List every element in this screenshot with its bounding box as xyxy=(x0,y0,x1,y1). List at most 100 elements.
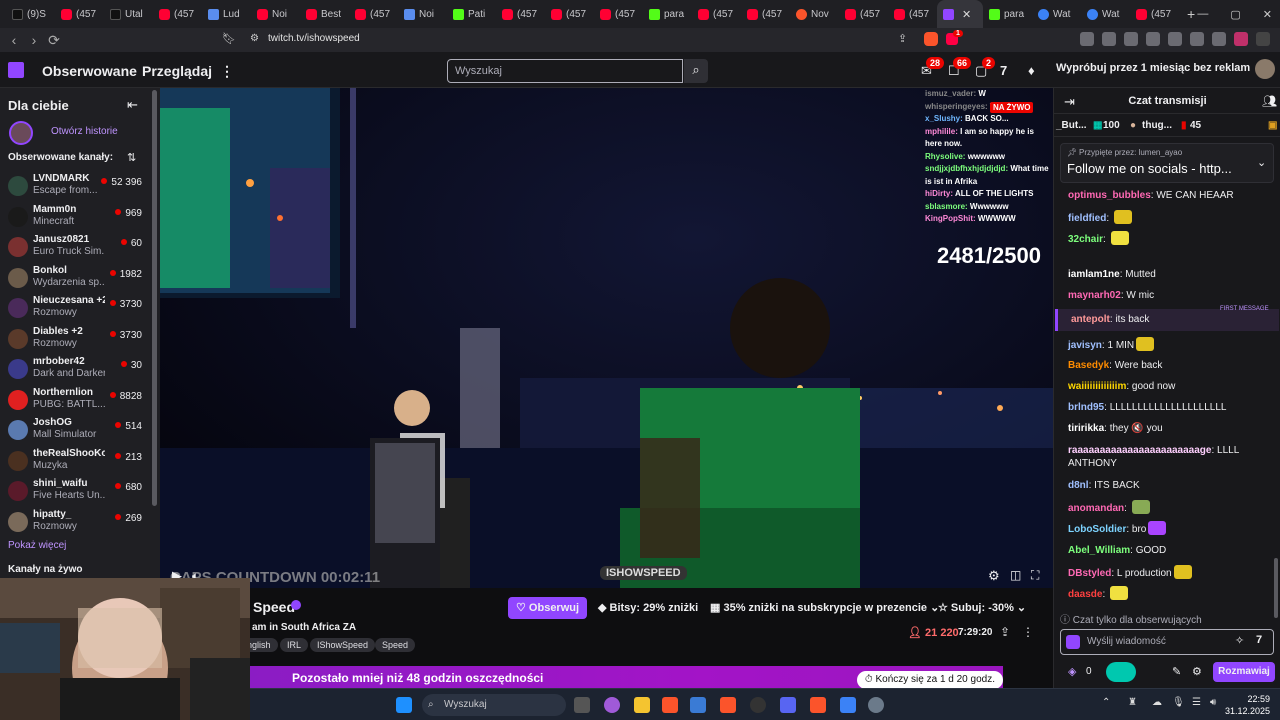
fullscreen-icon[interactable]: ⛶ xyxy=(1031,568,1039,583)
stream-tag[interactable]: IRL xyxy=(280,638,309,652)
share-icon[interactable]: ⇪ xyxy=(898,32,907,45)
volume-icon[interactable]: 🔊︎ xyxy=(1210,697,1216,708)
url-field[interactable]: twitch.tv/ishowspeed xyxy=(268,33,360,44)
start-icon[interactable] xyxy=(396,697,412,713)
chat-message[interactable]: daasde: xyxy=(1068,586,1272,601)
forward-icon[interactable]: › xyxy=(24,32,44,48)
store-icon[interactable] xyxy=(690,697,706,713)
crown-icon[interactable]: ♦ xyxy=(1028,63,1042,78)
browser-tab[interactable]: ✕ xyxy=(937,0,983,28)
chat-message[interactable]: maynarh02: W mic xyxy=(1068,289,1272,302)
twitch-logo-icon[interactable] xyxy=(8,62,24,78)
chat-username[interactable]: d8nl xyxy=(1068,480,1089,491)
extension-icon[interactable]: 7 xyxy=(1256,634,1262,646)
browser-tab[interactable]: (457 xyxy=(839,0,888,28)
ad-free-promo[interactable]: Wypróbuj przez 1 miesiąc bez reklam xyxy=(1056,62,1250,74)
search-input[interactable]: Wyszukaj xyxy=(447,59,683,83)
tools-icon[interactable]: ✎ xyxy=(1172,665,1181,678)
browser-tab[interactable]: (457 xyxy=(349,0,398,28)
chat-message[interactable]: iamlam1ne: Mutted xyxy=(1068,268,1272,281)
magic-icon[interactable]: ✧ xyxy=(1235,634,1244,647)
pinned-text[interactable]: Follow me on socials - http... xyxy=(1067,161,1232,176)
menu-icon[interactable] xyxy=(1256,32,1270,46)
browser-tab[interactable]: (457 xyxy=(594,0,643,28)
chat-username[interactable]: daasde xyxy=(1068,589,1102,600)
chat-username[interactable]: Basedyk xyxy=(1068,360,1109,371)
bits-button[interactable]: ◆ Bitsy: 29% zniżki xyxy=(590,597,706,619)
back-icon[interactable]: ‹ xyxy=(4,32,24,48)
sidebar-channel[interactable]: Nieuczesana +2 Rozmowy 3730 xyxy=(6,293,154,323)
network-tray-icon[interactable]: ☁︎ xyxy=(1152,697,1162,708)
browser-tab[interactable]: para xyxy=(983,0,1032,28)
stream-tag[interactable]: Speed xyxy=(375,638,416,652)
browser-tab[interactable]: (457 xyxy=(888,0,937,28)
chat-message[interactable]: Basedyk: Were back xyxy=(1068,359,1272,372)
avatar[interactable] xyxy=(1255,59,1275,79)
puzzle-icon[interactable] xyxy=(1102,32,1116,46)
sort-icon[interactable]: ⇅ xyxy=(127,151,136,164)
chat-username[interactable]: fieldfied xyxy=(1068,213,1106,224)
pinned-message[interactable]: 📌︎ Przypięte przez: lumen_ayao Follow me… xyxy=(1060,143,1274,183)
copilot-icon[interactable] xyxy=(604,697,620,713)
sidebar-channel[interactable]: Northernlion PUBG: BATTL... 8828 xyxy=(6,385,154,415)
brave-menu-icon[interactable] xyxy=(1234,32,1248,46)
share-icon[interactable]: ⇪ xyxy=(1000,625,1010,639)
close-tab-icon[interactable]: ✕ xyxy=(962,8,971,21)
browser-tab[interactable]: (457 xyxy=(1130,0,1179,28)
chat-message[interactable]: LoboSoldier: bro xyxy=(1068,521,1272,536)
sidebar-channel[interactable]: shini_waifu Five Hearts Un... 680 xyxy=(6,476,154,506)
file-explorer-icon[interactable] xyxy=(634,697,650,713)
stories-avatar[interactable] xyxy=(9,121,33,145)
chat-username[interactable]: maynarh02 xyxy=(1068,290,1121,301)
chat-username[interactable]: 32chair xyxy=(1068,234,1103,245)
browser-tab[interactable]: Nov xyxy=(790,0,839,28)
more-icon[interactable]: ⋮ xyxy=(220,63,234,80)
sidebar-channel[interactable]: theRealShooKo...Muzyka 213 xyxy=(6,446,154,476)
extension-icon[interactable] xyxy=(1080,32,1094,46)
chat-username[interactable]: brlnd95 xyxy=(1068,402,1104,413)
browser-tab[interactable]: (457 xyxy=(153,0,202,28)
browser-tab[interactable]: para xyxy=(643,0,692,28)
video-player[interactable]: ismuz_vader: Wwhisperingeyes: Wx_Slushy:… xyxy=(160,88,1053,588)
claim-bonus-button[interactable] xyxy=(1106,662,1136,682)
browser-tab[interactable]: (9)S xyxy=(6,0,55,28)
close-window-icon[interactable]: ✕ xyxy=(1263,8,1272,21)
browser-tab[interactable]: (457 xyxy=(55,0,104,28)
new-tab-icon[interactable]: + xyxy=(1187,6,1195,22)
chat-username[interactable]: javisyn xyxy=(1068,340,1102,351)
browser-tab[interactable]: Best xyxy=(300,0,349,28)
browser-tab[interactable]: Utal xyxy=(104,0,153,28)
leo-icon[interactable] xyxy=(1190,32,1204,46)
chat-message[interactable]: anomandan: xyxy=(1068,500,1272,515)
community-icon[interactable]: 👥︎ xyxy=(1262,94,1277,108)
chat-username[interactable]: anomandan xyxy=(1068,503,1124,514)
chat-username[interactable]: optimus_bubbles xyxy=(1068,190,1151,201)
bookmark-icon[interactable]: 🔖︎ xyxy=(222,32,236,45)
sidebar-channel[interactable]: Mamm0n Minecraft 969 xyxy=(6,202,154,232)
task-view-icon[interactable] xyxy=(574,697,590,713)
chat-scrollbar[interactable] xyxy=(1274,558,1278,618)
hype-leaderboard[interactable]: _But... ▦ 100 ● thug... ▮ 45 ▣ xyxy=(1054,115,1280,137)
sidebar-scrollbar[interactable] xyxy=(152,90,157,506)
browser-tab[interactable]: (457 xyxy=(496,0,545,28)
chat-settings-icon[interactable]: ⚙︎ xyxy=(1192,665,1202,678)
channel-name[interactable]: Speed xyxy=(253,599,295,615)
chevron-down-icon[interactable]: ⌄ xyxy=(1257,156,1266,169)
brave-shields-icon[interactable] xyxy=(924,32,938,46)
app-tray-icon[interactable]: ♜ xyxy=(1128,697,1137,708)
downloads-icon[interactable] xyxy=(1124,32,1138,46)
system-clock[interactable]: 22:59 31.12.2025 xyxy=(1225,693,1270,717)
settings-icon[interactable] xyxy=(868,697,884,713)
browser-tab[interactable]: Wat xyxy=(1032,0,1081,28)
maximize-icon[interactable]: ▢ xyxy=(1230,8,1240,21)
chat-username[interactable]: iamlam1ne xyxy=(1068,269,1120,280)
browser-tab[interactable]: Noi xyxy=(251,0,300,28)
extension-icon[interactable]: 7 xyxy=(1000,63,1014,78)
sidebar-channel[interactable]: mrbober42 Dark and Darker 30 xyxy=(6,354,154,384)
chat-message[interactable]: raaaaaaaaaaaaaaaaaaaaaaage: LLLL ANTHONY xyxy=(1068,444,1272,470)
chat-message[interactable]: DBstyled: L production xyxy=(1068,565,1272,580)
calculator-icon[interactable] xyxy=(840,697,856,713)
channel-points-icon[interactable]: ◈ xyxy=(1068,665,1076,678)
gift-sub-button[interactable]: ▦ 35% zniżki na subskrypcje w prezencie … xyxy=(702,597,947,619)
chat-message[interactable]: d8nl: ITS BACK xyxy=(1068,479,1272,492)
